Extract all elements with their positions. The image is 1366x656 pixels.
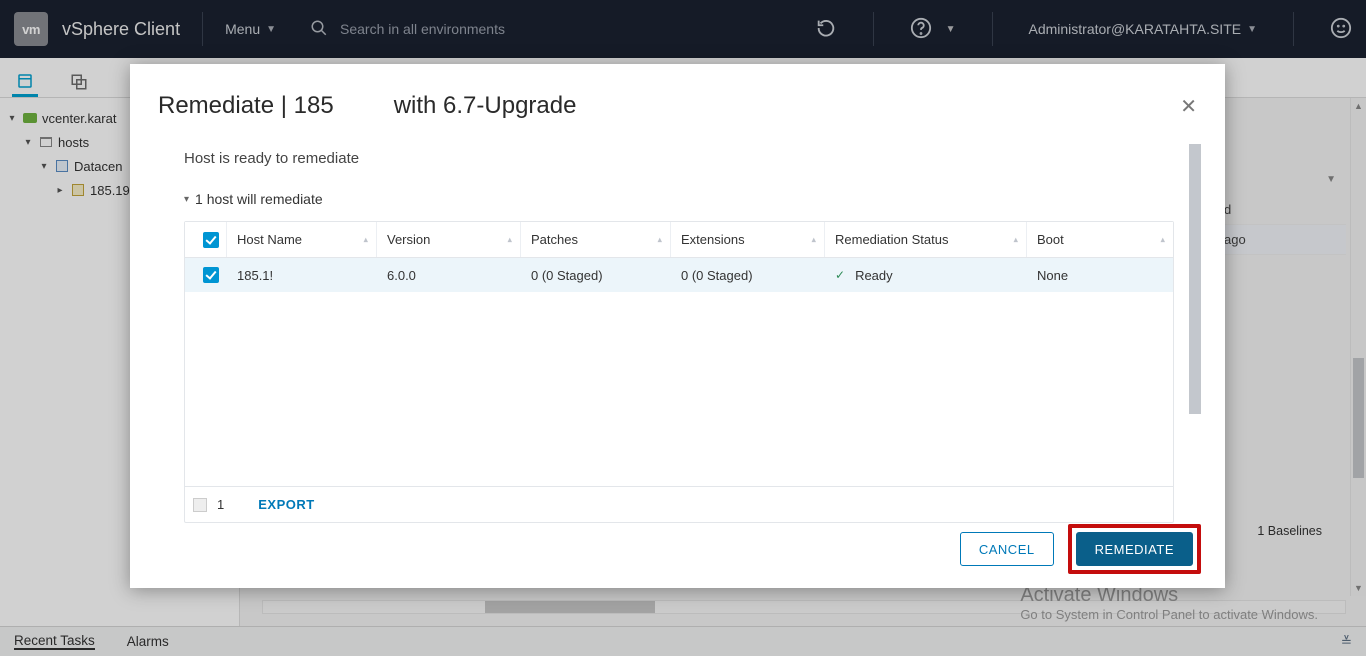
cell-patches: 0 (0 Staged) <box>521 268 671 283</box>
row-count: 1 <box>217 497 224 512</box>
cell-status: ✓Ready <box>825 268 1027 283</box>
chevron-down-icon: ▾ <box>184 194 189 205</box>
modal-title-left: Remediate | 185 <box>158 92 334 120</box>
modal-title-right: with 6.7-Upgrade <box>394 92 577 120</box>
status-message: Host is ready to remediate <box>184 150 1185 167</box>
checkbox-disabled-icon <box>193 498 207 512</box>
filter-icon[interactable]: ▾ <box>363 234 368 245</box>
filter-icon[interactable]: ▾ <box>1160 234 1165 245</box>
cell-hostname: 185.1! <box>227 268 377 283</box>
remediate-modal: Remediate | 185 with 6.7-Upgrade ✕ Host … <box>130 64 1225 588</box>
modal-body: Host is ready to remediate ▾ 1 host will… <box>130 144 1225 524</box>
highlight-ring: REMEDIATE <box>1068 524 1201 574</box>
modal-title: Remediate | 185 with 6.7-Upgrade <box>158 92 576 120</box>
remediate-button[interactable]: REMEDIATE <box>1076 532 1193 566</box>
export-link[interactable]: EXPORT <box>248 491 324 518</box>
filter-icon[interactable]: ▾ <box>1013 234 1018 245</box>
modal-vertical-scrollbar[interactable] <box>1189 144 1201 414</box>
scrollbar-grip[interactable] <box>1189 144 1201 414</box>
close-icon[interactable]: ✕ <box>1180 94 1197 119</box>
modal-header: Remediate | 185 with 6.7-Upgrade ✕ <box>130 64 1225 144</box>
th-status[interactable]: Remediation Status▾ <box>825 222 1027 257</box>
filter-icon[interactable]: ▾ <box>507 234 512 245</box>
hosts-table: Host Name▾ Version▾ Patches▾ Extensions▾… <box>184 221 1174 523</box>
th-patches[interactable]: Patches▾ <box>521 222 671 257</box>
expander-label: 1 host will remediate <box>195 191 323 207</box>
filter-icon[interactable]: ▾ <box>811 234 816 245</box>
th-boot[interactable]: Boot▾ <box>1027 222 1173 257</box>
cell-version: 6.0.0 <box>377 268 521 283</box>
table-header: Host Name▾ Version▾ Patches▾ Extensions▾… <box>185 222 1173 258</box>
expander-hosts[interactable]: ▾ 1 host will remediate <box>184 191 1185 207</box>
cell-extensions: 0 (0 Staged) <box>671 268 825 283</box>
row-checkbox[interactable] <box>185 267 227 283</box>
cell-boot: None <box>1027 268 1173 283</box>
checkbox-icon[interactable] <box>203 267 219 283</box>
th-version[interactable]: Version▾ <box>377 222 521 257</box>
th-hostname[interactable]: Host Name▾ <box>227 222 377 257</box>
table-row[interactable]: 185.1! 6.0.0 0 (0 Staged) 0 (0 Staged) ✓… <box>185 258 1173 292</box>
modal-footer: CANCEL REMEDIATE <box>960 524 1201 574</box>
check-icon: ✓ <box>835 268 845 282</box>
cancel-button[interactable]: CANCEL <box>960 532 1054 566</box>
filter-icon[interactable]: ▾ <box>657 234 662 245</box>
th-extensions[interactable]: Extensions▾ <box>671 222 825 257</box>
th-checkbox[interactable] <box>185 222 227 257</box>
checkbox-icon[interactable] <box>203 232 219 248</box>
